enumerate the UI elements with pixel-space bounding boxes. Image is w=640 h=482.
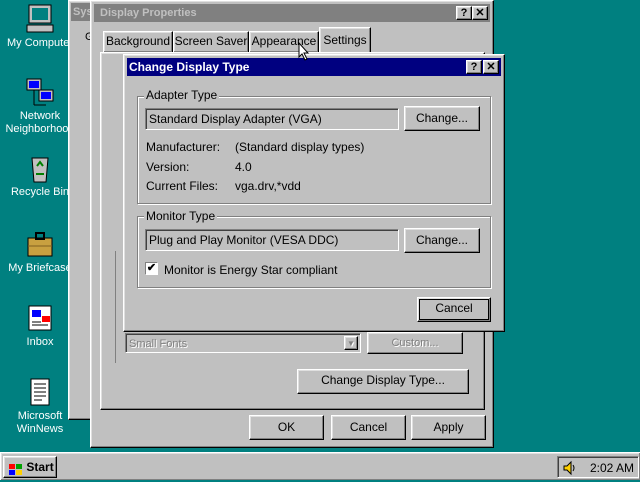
- cancel-button[interactable]: Cancel: [331, 415, 406, 440]
- help-button[interactable]: ?: [466, 60, 482, 74]
- clock[interactable]: 2:02 AM: [590, 461, 634, 475]
- start-button[interactable]: Start: [3, 456, 57, 478]
- document-icon: [24, 376, 56, 408]
- version-label: Version:: [146, 160, 190, 174]
- energy-star-checkbox[interactable]: ✔: [145, 262, 158, 275]
- tab-background[interactable]: Background: [103, 31, 173, 52]
- version-value: 4.0: [235, 160, 252, 174]
- change-display-type-button[interactable]: Change Display Type...: [297, 369, 469, 394]
- font-size-select: Small Fonts ▼: [125, 333, 361, 353]
- monitor-type-field: Plug and Play Monitor (VESA DDC): [145, 229, 399, 251]
- help-button[interactable]: ?: [456, 6, 472, 20]
- briefcase-icon: [24, 228, 56, 260]
- speaker-icon[interactable]: [562, 460, 578, 479]
- tab-screen-saver[interactable]: Screen Saver: [173, 31, 249, 52]
- tab-settings[interactable]: Settings: [319, 27, 371, 53]
- adapter-change-button[interactable]: Change...: [404, 106, 480, 131]
- display-properties-titlebar[interactable]: Display Properties ? ✕: [94, 4, 490, 22]
- adapter-type-group-label: Adapter Type: [144, 88, 220, 102]
- manufacturer-label: Manufacturer:: [146, 140, 221, 154]
- dialog-title: Change Display Type: [129, 60, 250, 74]
- current-files-label: Current Files:: [146, 179, 219, 193]
- recycle-bin-icon: [24, 152, 56, 184]
- checkmark-icon: ✔: [146, 262, 157, 274]
- change-display-type-dialog: Change Display Type ? ✕ Adapter Type Sta…: [123, 54, 505, 332]
- computer-icon: [24, 3, 56, 35]
- manufacturer-value: (Standard display types): [235, 140, 365, 154]
- ok-button[interactable]: OK: [249, 415, 324, 440]
- monitor-change-button[interactable]: Change...: [404, 228, 480, 253]
- close-button[interactable]: ✕: [483, 60, 499, 74]
- mouse-cursor-icon: [298, 41, 312, 65]
- taskbar: Start 2:02 AM: [0, 452, 640, 480]
- dialog-cancel-button[interactable]: Cancel: [417, 297, 491, 322]
- adapter-type-field: Standard Display Adapter (VGA): [145, 108, 399, 130]
- windows-logo-icon: [9, 462, 23, 475]
- custom-button: Custom...: [367, 332, 463, 354]
- network-icon: [24, 76, 56, 108]
- close-button[interactable]: ✕: [472, 6, 488, 20]
- system-tray: 2:02 AM: [557, 456, 639, 478]
- apply-button[interactable]: Apply: [411, 415, 486, 440]
- inbox-icon: [24, 302, 56, 334]
- current-files-value: vga.drv,*vdd: [235, 179, 301, 193]
- monitor-type-group-label: Monitor Type: [144, 209, 218, 223]
- chevron-down-icon: ▼: [344, 336, 358, 350]
- energy-star-label[interactable]: Monitor is Energy Star compliant: [164, 263, 337, 277]
- window-title: Display Properties: [100, 7, 197, 19]
- dialog-titlebar[interactable]: Change Display Type ? ✕: [127, 58, 501, 76]
